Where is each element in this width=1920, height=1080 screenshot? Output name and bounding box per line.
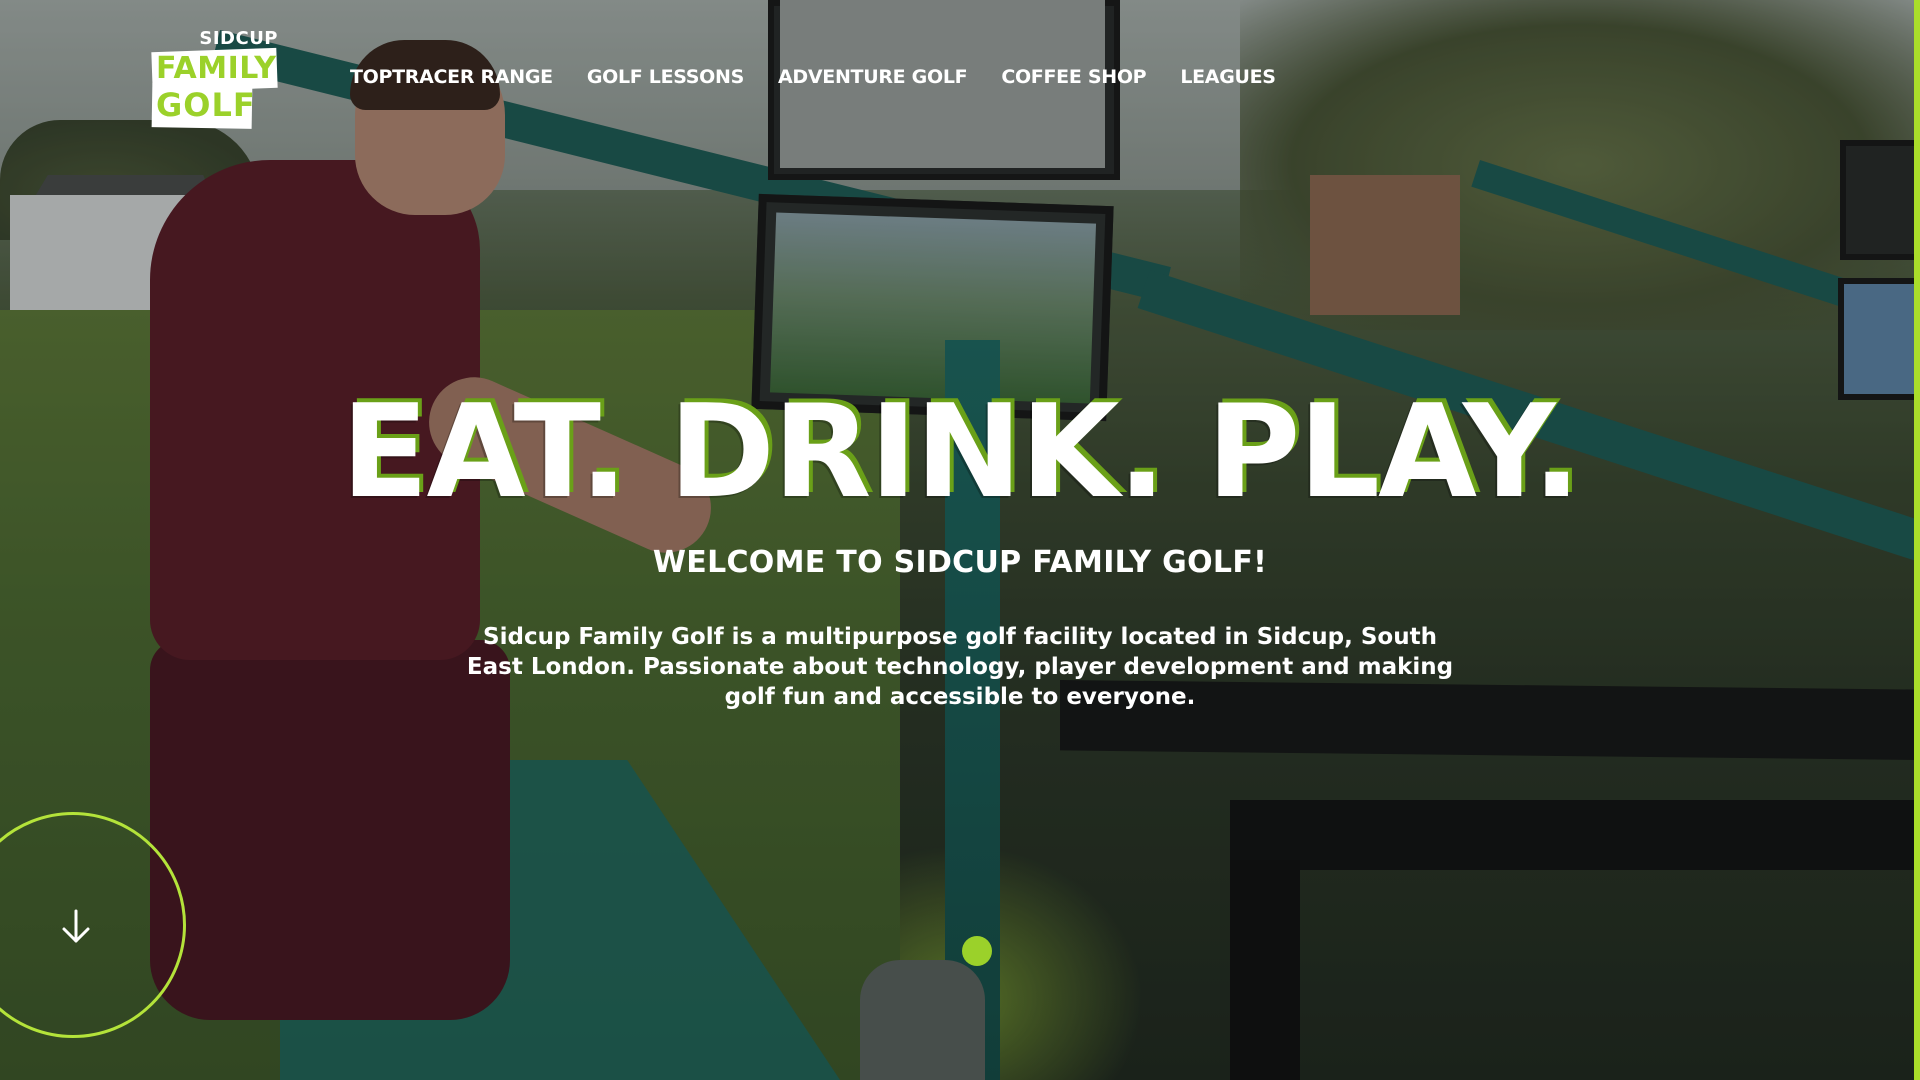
- logo-line-1: FAMILY: [156, 51, 277, 86]
- hero-section: SIDCUP FAMILY GOLF TOPTRACER RANGE GOLF …: [0, 0, 1920, 1080]
- arrow-down-icon: [62, 909, 90, 943]
- background-overlay: [0, 0, 1920, 1080]
- main-nav: TOPTRACER RANGE GOLF LESSONS ADVENTURE G…: [350, 66, 1276, 88]
- nav-item-golf-lessons[interactable]: GOLF LESSONS: [587, 66, 744, 88]
- site-logo[interactable]: SIDCUP FAMILY GOLF: [151, 28, 282, 129]
- logo-line-2: GOLF: [156, 86, 256, 124]
- nav-item-coffee-shop[interactable]: COFFEE SHOP: [1001, 66, 1146, 88]
- accent-edge-line: [1914, 0, 1920, 1080]
- hero-headline: EAT. DRINK. PLAY.: [341, 378, 1581, 527]
- hero-intro-text: Sidcup Family Golf is a multipurpose gol…: [466, 624, 1454, 710]
- nav-item-adventure-golf[interactable]: ADVENTURE GOLF: [778, 66, 968, 88]
- slider-dot-active[interactable]: [962, 936, 992, 966]
- nav-item-toptracer-range[interactable]: TOPTRACER RANGE: [350, 66, 553, 88]
- hero-welcome-heading: WELCOME TO SIDCUP FAMILY GOLF!: [652, 545, 1268, 580]
- logo-top-text: SIDCUP: [199, 28, 278, 49]
- nav-item-leagues[interactable]: LEAGUES: [1180, 66, 1276, 88]
